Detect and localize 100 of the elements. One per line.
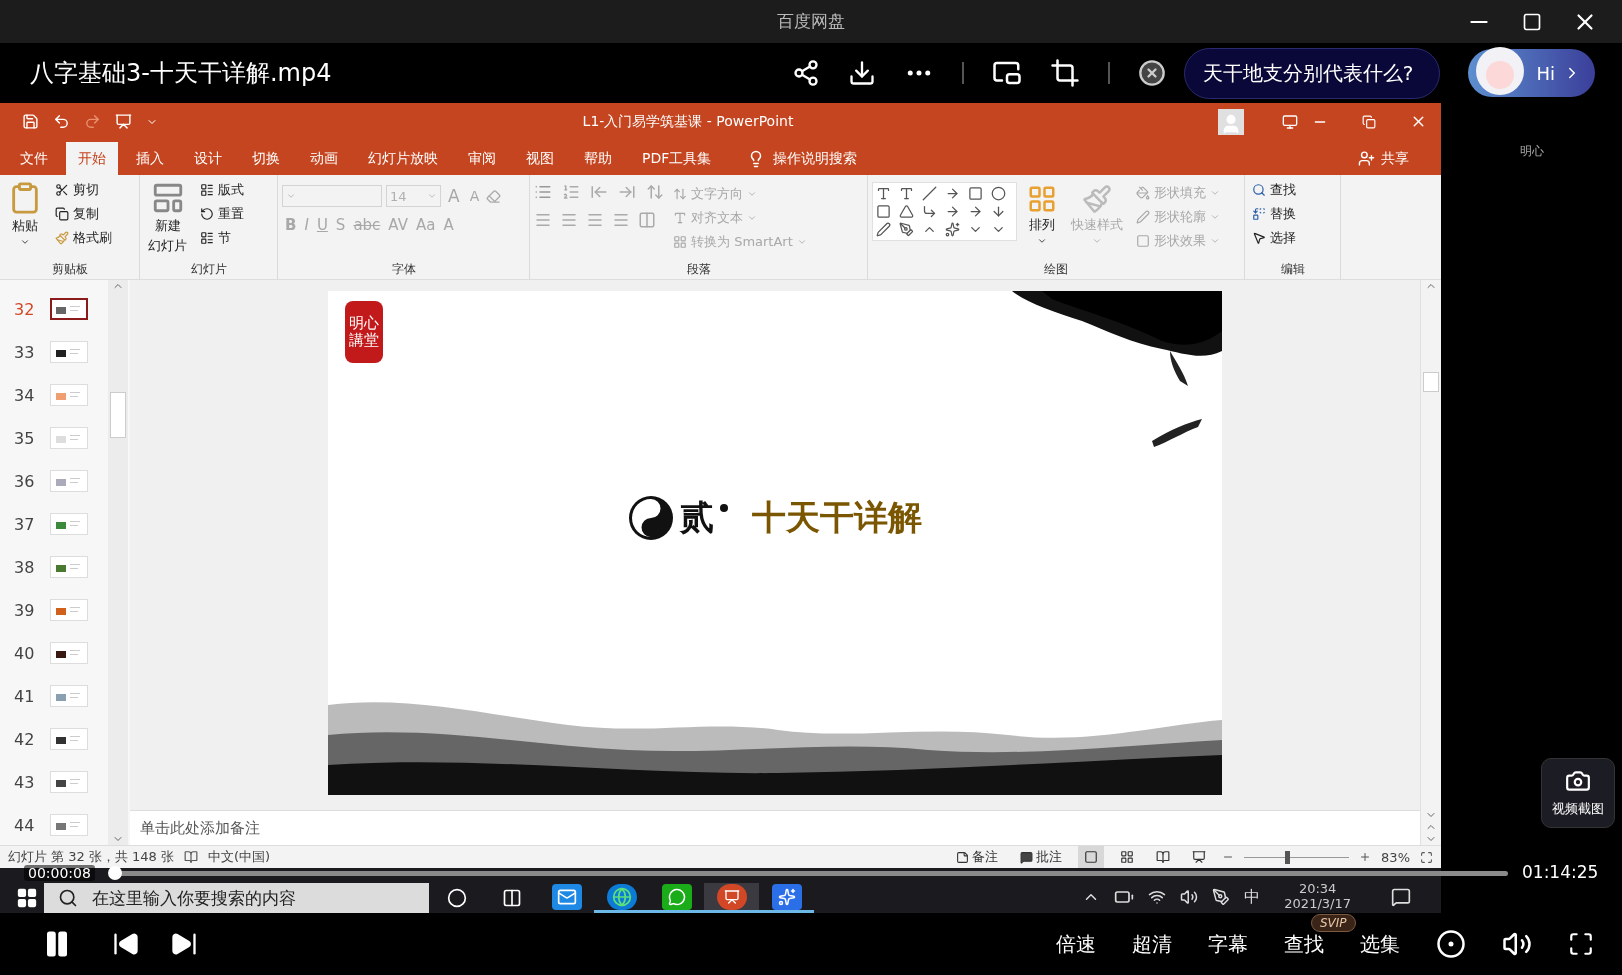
- clipboard-command[interactable]: 格式刷: [52, 227, 115, 249]
- scrollbar-thumb[interactable]: [110, 392, 126, 438]
- player-option[interactable]: 查找: [1284, 930, 1324, 958]
- search-icon: [58, 888, 78, 908]
- taskbar-search-field[interactable]: 在这里输入你要搜索的内容: [90, 887, 410, 909]
- side-label: 明心: [1519, 143, 1544, 160]
- zoom-in-icon[interactable]: [1359, 851, 1372, 863]
- question-bubble[interactable]: 天干地支分别代表什么?: [1183, 47, 1441, 99]
- maximize-icon[interactable]: [1522, 11, 1542, 32]
- slide-number: 35: [14, 428, 36, 448]
- note-icon: [956, 850, 970, 864]
- player-option[interactable]: 超清: [1132, 930, 1172, 958]
- clock[interactable]: 20:34 2021/3/17: [1284, 882, 1351, 912]
- wifi-icon[interactable]: [1148, 888, 1167, 906]
- editing-command[interactable]: 选择: [1249, 227, 1299, 249]
- zoom-level[interactable]: 83%: [1381, 849, 1410, 865]
- normal-view-icon[interactable]: [1078, 846, 1105, 868]
- ribbon-display-icon[interactable]: [1282, 113, 1298, 130]
- player-option[interactable]: 倍速: [1056, 930, 1096, 958]
- ribbon-tab[interactable]: 帮助: [572, 142, 624, 175]
- fit-slide-icon[interactable]: [1420, 850, 1433, 864]
- paste-button[interactable]: 粘贴: [4, 179, 46, 249]
- taskbar-app[interactable]: [594, 883, 649, 913]
- screenshot-button[interactable]: 视频截图: [1541, 758, 1615, 828]
- ribbon-tab[interactable]: 开始: [66, 142, 118, 175]
- close-icon[interactable]: [1137, 59, 1166, 87]
- paint-bucket-icon: [1136, 186, 1150, 200]
- crop-icon[interactable]: [1049, 58, 1080, 88]
- scrollbar-thumb[interactable]: [1423, 372, 1439, 392]
- share-button[interactable]: 共享: [1352, 142, 1415, 175]
- ribbon-tab[interactable]: 切换: [240, 142, 292, 175]
- taskbar-app[interactable]: [704, 883, 759, 913]
- notes-placeholder[interactable]: 单击此处添加备注: [140, 818, 260, 838]
- ribbon-tab[interactable]: 文件: [8, 142, 60, 175]
- slide-number: 42: [14, 729, 36, 749]
- caret-icon: [20, 237, 30, 247]
- notification-icon[interactable]: [1391, 887, 1411, 907]
- clipboard-command[interactable]: 复制: [52, 203, 115, 225]
- editing-command[interactable]: 查找: [1249, 179, 1299, 201]
- smartart-icon: [673, 235, 687, 249]
- ribbon-tab[interactable]: 插入: [124, 142, 176, 175]
- svip-badge: SVIP: [1311, 914, 1356, 932]
- clipboard-command[interactable]: 剪切: [52, 179, 115, 201]
- player-option[interactable]: 字幕: [1208, 930, 1248, 958]
- assistant-button[interactable]: Hi: [1468, 49, 1595, 97]
- taskbar-app[interactable]: [649, 883, 704, 913]
- share-icon[interactable]: [791, 59, 820, 87]
- pen-icon[interactable]: [1212, 888, 1231, 906]
- ribbon-tab[interactable]: 设计: [182, 142, 234, 175]
- presentation-app-icon[interactable]: [716, 883, 747, 910]
- fullscreen-icon[interactable]: [1568, 931, 1594, 957]
- new-slide-button[interactable]: 新建 幻灯片: [144, 179, 191, 257]
- input-method[interactable]: 中: [1244, 886, 1261, 908]
- editing-command[interactable]: 替换: [1249, 203, 1299, 225]
- browser-icon[interactable]: [606, 883, 637, 910]
- tell-me-search[interactable]: 操作说明搜索: [741, 142, 864, 175]
- elapsed-time: 00:00:08: [24, 865, 95, 881]
- app-icon[interactable]: [771, 883, 802, 910]
- language-label[interactable]: 中文(中国): [208, 848, 271, 866]
- shapes-gallery[interactable]: [872, 182, 1017, 241]
- bullets-icon[interactable]: [534, 183, 552, 201]
- mail-icon[interactable]: [551, 883, 582, 910]
- caret-icon: [747, 213, 757, 223]
- slide-number: 43: [14, 772, 36, 792]
- caret-icon: [1210, 188, 1220, 198]
- slide-number: 38: [14, 557, 36, 577]
- replace-icon: [1252, 207, 1266, 221]
- download-icon[interactable]: [847, 59, 876, 87]
- slide-thumbnail[interactable]: [50, 298, 88, 320]
- slide-command[interactable]: 重置: [197, 203, 247, 225]
- taskbar-search-bar[interactable]: 在这里输入你要搜索的内容: [44, 883, 429, 913]
- volume-icon[interactable]: [1180, 888, 1199, 906]
- ribbon-tab[interactable]: 动画: [298, 142, 350, 175]
- comments-button[interactable]: 批注: [1014, 846, 1069, 868]
- user-avatar-icon[interactable]: [1218, 108, 1244, 135]
- spelling-icon[interactable]: [184, 850, 199, 864]
- slide-command[interactable]: 节: [197, 227, 247, 249]
- settings-icon[interactable]: [1436, 929, 1466, 959]
- slide-number: 34: [14, 385, 36, 405]
- ribbon-tab[interactable]: 幻灯片放映: [356, 142, 450, 175]
- group-label: 字体: [390, 261, 417, 278]
- slide-command[interactable]: 版式: [197, 179, 247, 201]
- paintbrush-icon: [1082, 184, 1112, 214]
- chat-icon[interactable]: [661, 883, 692, 910]
- caret-icon: [1210, 236, 1220, 246]
- arrange-button[interactable]: 排列: [1023, 182, 1061, 248]
- save-icon[interactable]: [22, 113, 39, 130]
- notes-button[interactable]: 备注: [950, 846, 1005, 868]
- ribbon-tab[interactable]: 视图: [514, 142, 566, 175]
- ribbon-tab[interactable]: 审阅: [456, 142, 508, 175]
- arrow-icon: [945, 186, 960, 201]
- freeform-icon: [876, 222, 891, 237]
- restore-icon[interactable]: [1362, 114, 1376, 129]
- pen-icon: [1136, 210, 1150, 224]
- presentation-icon[interactable]: [115, 113, 132, 130]
- player-option[interactable]: 选集: [1360, 930, 1400, 958]
- undo-icon[interactable]: [53, 113, 70, 130]
- taskbar-app[interactable]: [759, 883, 814, 913]
- ribbon-tab[interactable]: PDF工具集: [630, 142, 724, 175]
- caret-icon: [286, 191, 296, 201]
